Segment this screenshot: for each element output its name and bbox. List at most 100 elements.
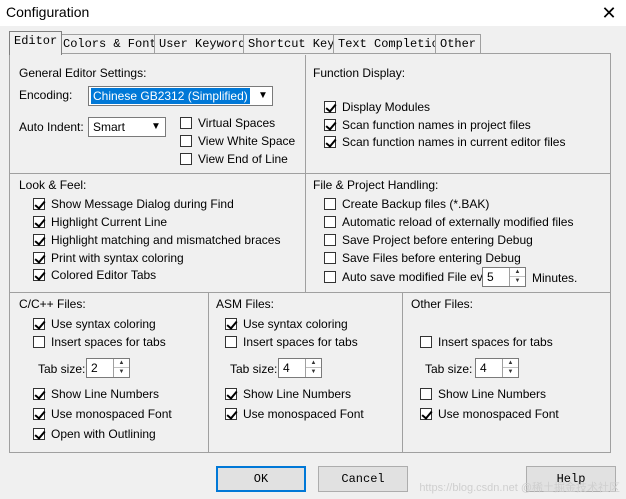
- view-white-space-checkbox[interactable]: [180, 135, 192, 147]
- auto-indent-select[interactable]: Smart ▼: [88, 117, 166, 137]
- backup-files-checkbox[interactable]: [324, 198, 336, 210]
- cpp-line-numbers-label: Show Line Numbers: [51, 387, 160, 401]
- asm-monospaced-checkbox[interactable]: [225, 408, 237, 420]
- auto-save-label: Auto save modified File every: [342, 270, 500, 284]
- auto-indent-value: Smart: [93, 120, 126, 134]
- show-message-label: Show Message Dialog during Find: [51, 197, 234, 211]
- asm-line-numbers-checkbox[interactable]: [225, 388, 237, 400]
- auto-reload-checkbox[interactable]: [324, 216, 336, 228]
- cpp-tab-size-value: 2: [91, 361, 98, 375]
- spin-up-icon[interactable]: ▲: [510, 268, 525, 277]
- cpp-heading: C/C++ Files:: [19, 297, 86, 311]
- divider: [208, 292, 209, 452]
- auto-save-minutes-value: 5: [487, 270, 494, 284]
- spin-up-icon[interactable]: ▲: [503, 359, 518, 368]
- other-monospaced-checkbox[interactable]: [420, 408, 432, 420]
- other-monospaced-label: Use monospaced Font: [438, 407, 559, 421]
- asm-line-numbers-label: Show Line Numbers: [243, 387, 352, 401]
- tab-shortcut-keys[interactable]: Shortcut Keys: [243, 34, 347, 54]
- cpp-outlining-label: Open with Outlining: [51, 427, 156, 441]
- print-syntax-label: Print with syntax coloring: [51, 251, 184, 265]
- display-modules-checkbox[interactable]: [324, 101, 336, 113]
- highlight-braces-checkbox[interactable]: [33, 234, 45, 246]
- other-tab-size-label: Tab size:: [425, 362, 473, 376]
- show-message-checkbox[interactable]: [33, 198, 45, 210]
- spin-down-icon[interactable]: ▼: [306, 368, 321, 377]
- colored-tabs-checkbox[interactable]: [33, 269, 45, 281]
- cpp-line-numbers-checkbox[interactable]: [33, 388, 45, 400]
- ok-button[interactable]: OK: [216, 466, 306, 492]
- asm-syntax-label: Use syntax coloring: [243, 317, 348, 331]
- scan-editor-checkbox[interactable]: [324, 136, 336, 148]
- auto-indent-label: Auto Indent:: [19, 120, 84, 134]
- spin-up-icon[interactable]: ▲: [306, 359, 321, 368]
- highlight-line-label: Highlight Current Line: [51, 215, 168, 229]
- asm-monospaced-label: Use monospaced Font: [243, 407, 364, 421]
- highlight-line-checkbox[interactable]: [33, 216, 45, 228]
- spin-down-icon[interactable]: ▼: [510, 277, 525, 286]
- asm-heading: ASM Files:: [216, 297, 275, 311]
- window-title: Configuration: [6, 4, 90, 20]
- auto-save-checkbox[interactable]: [324, 271, 336, 283]
- view-end-of-line-checkbox[interactable]: [180, 153, 192, 165]
- virtual-spaces-checkbox[interactable]: [180, 117, 192, 129]
- virtual-spaces-label: Virtual Spaces: [198, 116, 276, 130]
- cancel-button[interactable]: Cancel: [318, 466, 408, 492]
- save-project-label: Save Project before entering Debug: [342, 233, 533, 247]
- auto-reload-label: Automatic reload of externally modified …: [342, 215, 574, 229]
- view-end-of-line-label: View End of Line: [198, 152, 288, 166]
- cpp-monospaced-checkbox[interactable]: [33, 408, 45, 420]
- other-insert-spaces-label: Insert spaces for tabs: [438, 335, 553, 349]
- minutes-label: Minutes.: [532, 271, 578, 285]
- cpp-tab-size-stepper[interactable]: 2 ▲ ▼: [86, 358, 130, 378]
- watermark: https://blog.csdn.net @稀土掘金技术社区: [419, 482, 620, 494]
- other-tab-size-value: 4: [480, 361, 487, 375]
- spin-down-icon[interactable]: ▼: [114, 368, 129, 377]
- save-project-checkbox[interactable]: [324, 234, 336, 246]
- encoding-select[interactable]: Chinese GB2312 (Simplified) ▼: [88, 86, 273, 106]
- cpp-tab-size-label: Tab size:: [38, 362, 86, 376]
- look-feel-heading: Look & Feel:: [19, 178, 87, 192]
- asm-insert-spaces-checkbox[interactable]: [225, 336, 237, 348]
- asm-tab-size-value: 4: [283, 361, 290, 375]
- highlight-braces-label: Highlight matching and mismatched braces: [51, 233, 281, 247]
- title-bar: Configuration ✕: [0, 0, 626, 26]
- scan-project-label: Scan function names in project files: [342, 118, 531, 132]
- cpp-insert-spaces-label: Insert spaces for tabs: [51, 335, 166, 349]
- other-heading: Other Files:: [411, 297, 474, 311]
- close-icon[interactable]: ✕: [598, 2, 620, 24]
- tab-text-completion[interactable]: Text Completion: [333, 34, 452, 54]
- spin-up-icon[interactable]: ▲: [114, 359, 129, 368]
- encoding-label: Encoding:: [19, 88, 73, 102]
- general-heading: General Editor Settings:: [19, 66, 147, 80]
- chevron-down-icon[interactable]: ▼: [255, 88, 271, 104]
- cpp-outlining-checkbox[interactable]: [33, 428, 45, 440]
- other-tab-size-stepper[interactable]: 4 ▲ ▼: [475, 358, 519, 378]
- tab-editor[interactable]: Editor: [9, 31, 63, 55]
- asm-tab-size-label: Tab size:: [230, 362, 278, 376]
- other-line-numbers-checkbox[interactable]: [420, 388, 432, 400]
- asm-syntax-checkbox[interactable]: [225, 318, 237, 330]
- cpp-monospaced-label: Use monospaced Font: [51, 407, 172, 421]
- scan-editor-label: Scan function names in current editor fi…: [342, 135, 566, 149]
- divider: [10, 292, 610, 293]
- cpp-syntax-checkbox[interactable]: [33, 318, 45, 330]
- file-project-heading: File & Project Handling:: [313, 178, 439, 192]
- other-line-numbers-label: Show Line Numbers: [438, 387, 547, 401]
- cpp-insert-spaces-checkbox[interactable]: [33, 336, 45, 348]
- encoding-value: Chinese GB2312 (Simplified): [91, 88, 250, 104]
- print-syntax-checkbox[interactable]: [33, 252, 45, 264]
- scan-project-checkbox[interactable]: [324, 119, 336, 131]
- save-files-checkbox[interactable]: [324, 252, 336, 264]
- spin-down-icon[interactable]: ▼: [503, 368, 518, 377]
- auto-save-minutes-stepper[interactable]: 5 ▲ ▼: [482, 267, 526, 287]
- cpp-syntax-label: Use syntax coloring: [51, 317, 156, 331]
- tab-colors-fonts[interactable]: Colors & Fonts: [58, 34, 169, 54]
- function-display-heading: Function Display:: [313, 66, 406, 80]
- colored-tabs-label: Colored Editor Tabs: [51, 268, 157, 282]
- asm-tab-size-stepper[interactable]: 4 ▲ ▼: [278, 358, 322, 378]
- chevron-down-icon[interactable]: ▼: [148, 119, 164, 135]
- divider: [10, 173, 610, 174]
- other-insert-spaces-checkbox[interactable]: [420, 336, 432, 348]
- tab-other[interactable]: Other: [435, 34, 482, 54]
